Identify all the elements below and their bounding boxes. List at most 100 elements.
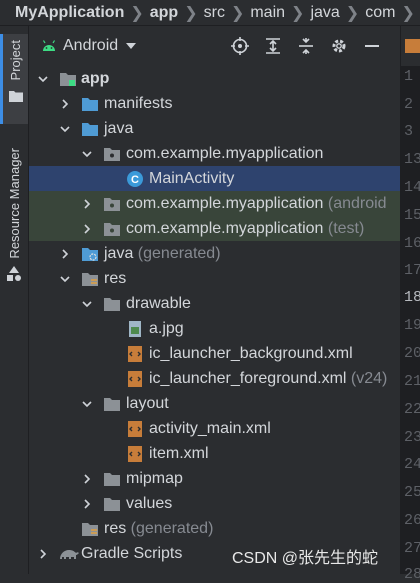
line-number: 22 — [404, 401, 420, 418]
gear-icon[interactable] — [328, 35, 350, 57]
chevron-right-icon[interactable] — [81, 498, 93, 510]
tree-row-a-jpg[interactable]: a.jpg — [29, 316, 400, 341]
resource-folder-icon — [81, 270, 99, 288]
tree-label: mipmap — [126, 469, 183, 487]
chevron-right-icon[interactable] — [37, 548, 49, 560]
tree-label: ic_launcher_foreground.xml (v24) — [149, 369, 388, 387]
chevron-down-icon[interactable] — [126, 43, 137, 49]
locate-icon[interactable] — [229, 35, 251, 57]
shapes-icon — [7, 265, 21, 281]
breadcrumb-separator: ❯ — [130, 4, 144, 22]
breadcrumb-separator: ❯ — [401, 4, 415, 22]
tree-row-item-xml[interactable]: item.xml — [29, 441, 400, 466]
chevron-down-icon[interactable] — [81, 148, 93, 160]
class-icon: C — [126, 170, 144, 188]
breadcrumb-main[interactable]: main — [250, 4, 289, 22]
line-number: 3 — [404, 123, 414, 140]
chevron-right-icon[interactable] — [81, 473, 93, 485]
breadcrumb-separator: ❯ — [291, 4, 305, 22]
project-view-selector[interactable]: Android — [63, 37, 118, 55]
project-tree: app manifests java com.example.myapplica… — [29, 66, 400, 566]
chevron-right-icon[interactable] — [81, 223, 93, 235]
current-line-number: 18 — [404, 289, 420, 306]
tree-row-values[interactable]: values — [29, 491, 400, 516]
resource-manager-tool-tab[interactable]: Resource Manager — [0, 148, 28, 303]
tree-row-package-test[interactable]: com.example.myapplication (test) — [29, 216, 400, 241]
tree-row-drawable[interactable]: drawable — [29, 291, 400, 316]
chevron-down-icon[interactable] — [37, 73, 49, 85]
tree-row-layout[interactable]: layout — [29, 391, 400, 416]
chevron-down-icon[interactable] — [59, 273, 71, 285]
minimize-icon[interactable] — [361, 35, 383, 57]
tree-row-mipmap[interactable]: mipmap — [29, 466, 400, 491]
tree-row-package[interactable]: com.example.myapplication — [29, 141, 400, 166]
tree-row-java[interactable]: java — [29, 116, 400, 141]
generated-folder-icon — [81, 245, 99, 263]
editor-tab-strip[interactable] — [400, 26, 420, 66]
tree-label: java — [104, 119, 134, 137]
folder-icon — [81, 95, 99, 113]
line-number: 19 — [404, 317, 420, 334]
line-number: 14 — [404, 179, 420, 196]
tree-label: values — [126, 494, 173, 512]
line-number: 27 — [404, 540, 420, 557]
breadcrumb-java[interactable]: java — [310, 4, 343, 22]
tree-row-manifests[interactable]: manifests — [29, 91, 400, 116]
tree-label: com.example.myapplication (test) — [126, 219, 365, 237]
line-number: 1 — [404, 68, 414, 85]
tree-row-mainactivity[interactable]: C MainActivity — [29, 166, 400, 191]
package-icon — [103, 145, 121, 163]
tree-label: ic_launcher_background.xml — [149, 344, 353, 362]
tree-row-ic-launcher-background[interactable]: ic_launcher_background.xml — [29, 341, 400, 366]
chevron-down-icon[interactable] — [59, 123, 71, 135]
folder-icon — [103, 395, 121, 413]
breadcrumb-project[interactable]: MyApplication — [0, 4, 128, 22]
line-number: 21 — [404, 373, 420, 390]
gradle-icon — [58, 545, 80, 563]
chevron-right-icon[interactable] — [59, 248, 71, 260]
tree-label: Gradle Scripts — [81, 544, 183, 562]
tree-label: app — [81, 69, 110, 87]
tree-row-java-generated[interactable]: java (generated) — [29, 241, 400, 266]
collapse-all-icon[interactable] — [295, 35, 317, 57]
tree-row-app[interactable]: app — [29, 66, 400, 91]
project-panel-header: Android — [29, 26, 400, 66]
breadcrumb-separator: ❯ — [184, 4, 198, 22]
chevron-down-icon[interactable] — [81, 398, 93, 410]
xml-file-icon — [126, 445, 144, 463]
tree-row-ic-launcher-foreground[interactable]: ic_launcher_foreground.xml (v24) — [29, 366, 400, 391]
line-number: 26 — [404, 512, 420, 529]
tree-label: java (generated) — [104, 244, 221, 262]
breadcrumb: MyApplication ❯ app ❯ src ❯ main ❯ java ❯ com… — [0, 0, 420, 26]
folder-icon — [103, 470, 121, 488]
project-tool-tab[interactable]: Project — [0, 34, 28, 124]
line-number: 17 — [404, 262, 420, 279]
expand-all-icon[interactable] — [262, 35, 284, 57]
folder-icon — [103, 495, 121, 513]
chevron-down-icon[interactable] — [81, 298, 93, 310]
project-tab-label: Project — [8, 40, 23, 81]
tree-row-res[interactable]: res — [29, 266, 400, 291]
line-number: 24 — [404, 456, 420, 473]
tree-row-package-androidtest[interactable]: com.example.myapplication (android — [29, 191, 400, 216]
tree-label: layout — [126, 394, 169, 412]
breadcrumb-com[interactable]: com — [365, 4, 399, 22]
tree-row-res-generated[interactable]: res (generated) — [29, 516, 400, 541]
editor-gutter: 1 2 3 13 14 15 16 17 18 19 20 21 22 23 2… — [400, 66, 420, 583]
image-file-icon — [126, 320, 144, 338]
tree-label: MainActivity — [149, 169, 235, 187]
chevron-right-icon[interactable] — [81, 198, 93, 210]
xml-file-icon — [126, 420, 144, 438]
xml-file-icon — [126, 370, 144, 388]
breadcrumb-module[interactable]: app — [150, 4, 182, 22]
folder-icon — [8, 91, 23, 103]
tree-label: manifests — [104, 94, 173, 112]
chevron-right-icon[interactable] — [59, 98, 71, 110]
tree-label: drawable — [126, 294, 191, 312]
tree-row-activity-main[interactable]: activity_main.xml — [29, 416, 400, 441]
module-folder-icon — [59, 70, 77, 88]
breadcrumb-src[interactable]: src — [204, 4, 229, 22]
folder-icon — [103, 295, 121, 313]
tree-label: com.example.myapplication — [126, 144, 324, 162]
line-number: 16 — [404, 235, 420, 252]
